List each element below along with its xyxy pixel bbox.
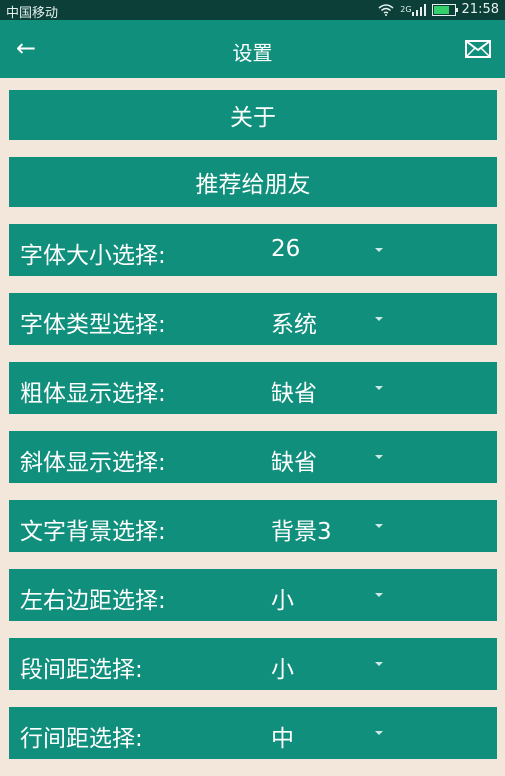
mail-icon[interactable] <box>465 40 491 58</box>
font-type-select[interactable]: 系统 <box>271 293 391 345</box>
line-spacing-select[interactable]: 中 <box>271 707 391 759</box>
carrier-name: 中国移动 <box>6 6 59 21</box>
select-value: 系统 <box>271 312 317 338</box>
dropdown-arrow-icon <box>375 662 383 666</box>
side-margin-select[interactable]: 小 <box>271 569 391 621</box>
battery-icon <box>431 3 458 16</box>
app-bar: ← 设置 <box>0 20 505 78</box>
dropdown-arrow-icon <box>375 593 383 597</box>
dropdown-arrow-icon <box>375 524 383 528</box>
select-value: 中 <box>271 726 294 752</box>
setting-label: 粗体显示选择: <box>20 381 166 407</box>
font-size-select[interactable]: 26 <box>271 224 391 276</box>
network-type: 2G <box>400 5 412 14</box>
dropdown-arrow-icon <box>375 386 383 390</box>
setting-label: 字体大小选择: <box>20 243 166 269</box>
text-background-select[interactable]: 背景3 <box>271 500 391 552</box>
paragraph-spacing-select[interactable]: 小 <box>271 638 391 690</box>
select-value: 缺省 <box>271 381 317 407</box>
status-bar: 中国移动 2G 21:58 <box>0 0 505 21</box>
setting-row-italic: 斜体显示选择: 缺省 <box>9 431 497 483</box>
about-button[interactable]: 关于 <box>9 90 497 140</box>
recommend-button[interactable]: 推荐给朋友 <box>9 157 497 207</box>
select-value: 小 <box>271 588 294 614</box>
settings-list: 关于 推荐给朋友 字体大小选择: 26 字体类型选择: 系统 粗体显示选择: 缺… <box>9 90 497 776</box>
dropdown-arrow-icon <box>375 455 383 459</box>
setting-row-paragraph-spacing: 段间距选择: 小 <box>9 638 497 690</box>
dropdown-arrow-icon <box>375 317 383 321</box>
setting-label: 斜体显示选择: <box>20 450 166 476</box>
dropdown-arrow-icon <box>375 731 383 735</box>
select-value: 26 <box>271 236 301 262</box>
wifi-icon <box>378 3 394 16</box>
setting-row-text-background: 文字背景选择: 背景3 <box>9 500 497 552</box>
select-value: 缺省 <box>271 450 317 476</box>
setting-row-line-spacing: 行间距选择: 中 <box>9 707 497 759</box>
select-value: 背景3 <box>271 519 332 545</box>
setting-row-font-size: 字体大小选择: 26 <box>9 224 497 276</box>
page-title: 设置 <box>232 41 273 65</box>
setting-label: 字体类型选择: <box>20 312 166 338</box>
setting-row-bold: 粗体显示选择: 缺省 <box>9 362 497 414</box>
status-icons: 2G 21:58 <box>378 2 499 17</box>
italic-select[interactable]: 缺省 <box>271 431 391 483</box>
signal-icon <box>411 3 426 16</box>
select-value: 小 <box>271 657 294 683</box>
dropdown-arrow-icon <box>375 248 383 252</box>
setting-row-font-type: 字体类型选择: 系统 <box>9 293 497 345</box>
clock: 21:58 <box>461 2 499 17</box>
setting-label: 行间距选择: <box>20 726 143 752</box>
setting-label: 左右边距选择: <box>20 588 166 614</box>
setting-row-side-margin: 左右边距选择: 小 <box>9 569 497 621</box>
setting-label: 段间距选择: <box>20 657 143 683</box>
bold-select[interactable]: 缺省 <box>271 362 391 414</box>
setting-label: 文字背景选择: <box>20 519 166 545</box>
